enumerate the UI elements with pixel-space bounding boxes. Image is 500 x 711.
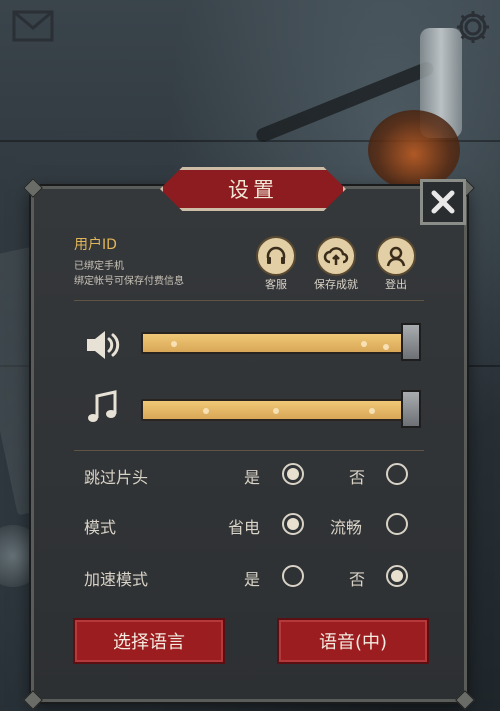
save-achievements-button[interactable]: 保存成就 — [314, 236, 358, 292]
speed-mode-yes-radio[interactable] — [282, 565, 304, 587]
headset-icon — [266, 246, 286, 264]
option-choice-b-label: 流畅 — [330, 518, 363, 537]
option-choice-a-label: 省电 — [228, 518, 261, 537]
close-button[interactable] — [420, 179, 466, 225]
option-choice-b-label: 否 — [349, 468, 366, 487]
close-icon — [431, 190, 455, 214]
logout-button[interactable]: 登出 — [374, 236, 418, 292]
skip-intro-no-radio[interactable] — [386, 463, 408, 485]
mode-smooth-radio[interactable] — [386, 513, 408, 535]
mail-icon[interactable] — [12, 10, 54, 42]
select-language-button[interactable]: 选择语言 — [73, 618, 225, 664]
option-choice-b-label: 否 — [349, 570, 366, 589]
option-label: 加速模式 — [84, 570, 149, 589]
gear-icon[interactable] — [454, 8, 492, 46]
divider — [74, 300, 424, 301]
user-bind-hint: 绑定帐号可保存付费信息 — [74, 276, 184, 287]
divider — [74, 450, 424, 451]
sound-volume-slider[interactable] — [141, 323, 421, 361]
logout-label: 登出 — [385, 278, 407, 291]
music-volume-handle[interactable] — [401, 390, 421, 428]
music-volume-slider[interactable] — [141, 390, 421, 428]
customer-service-button[interactable]: 客服 — [254, 236, 298, 292]
user-phone-status: 已绑定手机 — [74, 261, 124, 272]
pumpkin-decoration — [368, 110, 460, 190]
option-choice-a-label: 是 — [244, 468, 261, 487]
customer-service-label: 客服 — [265, 278, 287, 291]
save-achievements-label: 保存成就 — [314, 278, 358, 291]
option-label: 跳过片头 — [84, 468, 149, 487]
skip-intro-yes-radio[interactable] — [282, 463, 304, 485]
user-id-label: 用户ID — [74, 237, 117, 253]
speed-mode-no-radio[interactable] — [386, 565, 408, 587]
option-choice-a-label: 是 — [244, 570, 261, 589]
title-plate: 设置 — [160, 167, 346, 211]
option-label: 模式 — [84, 518, 117, 537]
voice-language-button[interactable]: 语音(中) — [277, 618, 429, 664]
cloud-upload-icon — [323, 247, 349, 265]
mode-power-saving-radio[interactable] — [282, 513, 304, 535]
music-note-icon — [88, 390, 117, 422]
user-icon — [386, 246, 406, 267]
dialog-title: 设置 — [228, 178, 278, 202]
sound-volume-handle[interactable] — [401, 323, 421, 361]
speaker-icon — [87, 331, 120, 359]
